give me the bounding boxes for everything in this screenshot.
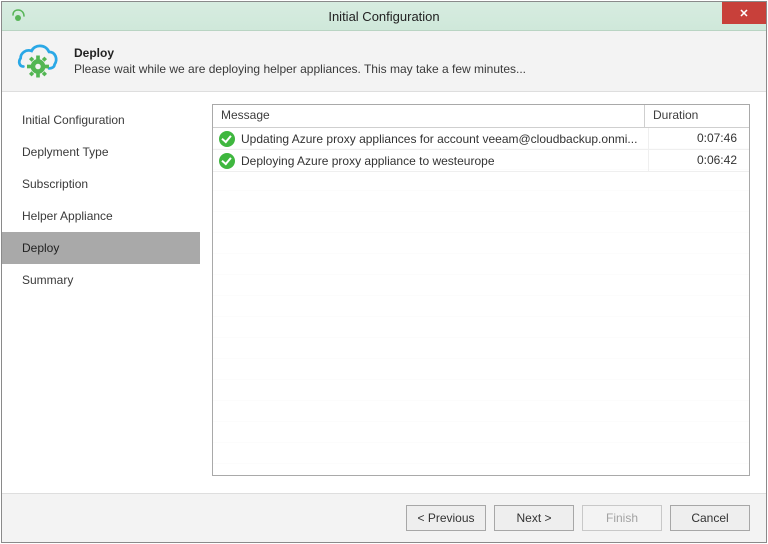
titlebar: Initial Configuration xyxy=(2,2,766,31)
step-subscription[interactable]: Subscription xyxy=(2,168,200,200)
header-band: Deploy Please wait while we are deployin… xyxy=(2,31,766,92)
page-title: Deploy xyxy=(74,46,526,60)
wizard-window: Initial Configuration Deploy Pleas xyxy=(1,1,767,543)
step-deployment-type[interactable]: Deplyment Type xyxy=(2,136,200,168)
column-header-message[interactable]: Message xyxy=(213,105,645,127)
close-button[interactable] xyxy=(722,2,766,24)
step-initial-configuration[interactable]: Initial Configuration xyxy=(2,104,200,136)
cell-duration: 0:07:46 xyxy=(648,128,749,149)
cancel-button[interactable]: Cancel xyxy=(670,505,750,531)
progress-table: Message Duration Updating Azure proxy ap… xyxy=(212,104,750,476)
column-header-duration[interactable]: Duration xyxy=(645,105,749,127)
wizard-footer: < Previous Next > Finish Cancel xyxy=(2,493,766,542)
step-summary[interactable]: Summary xyxy=(2,264,200,296)
success-icon xyxy=(219,131,235,147)
cell-message: Deploying Azure proxy appliance to weste… xyxy=(241,154,648,168)
cell-duration: 0:06:42 xyxy=(648,150,749,171)
success-icon xyxy=(219,153,235,169)
window-title: Initial Configuration xyxy=(2,9,766,24)
table-header: Message Duration xyxy=(213,105,749,128)
wizard-steps-sidebar: Initial Configuration Deplyment Type Sub… xyxy=(2,92,200,492)
finish-button: Finish xyxy=(582,505,662,531)
step-helper-appliance[interactable]: Helper Appliance xyxy=(2,200,200,232)
page-subtitle: Please wait while we are deploying helpe… xyxy=(74,62,526,76)
table-row[interactable]: Deploying Azure proxy appliance to weste… xyxy=(213,150,749,172)
step-deploy[interactable]: Deploy xyxy=(2,232,200,264)
deploy-icon xyxy=(16,39,60,83)
next-button[interactable]: Next > xyxy=(494,505,574,531)
table-row[interactable]: Updating Azure proxy appliances for acco… xyxy=(213,128,749,150)
table-body: Updating Azure proxy appliances for acco… xyxy=(213,128,749,475)
main-panel: Message Duration Updating Azure proxy ap… xyxy=(200,92,766,492)
cell-message: Updating Azure proxy appliances for acco… xyxy=(241,132,648,146)
previous-button[interactable]: < Previous xyxy=(406,505,486,531)
